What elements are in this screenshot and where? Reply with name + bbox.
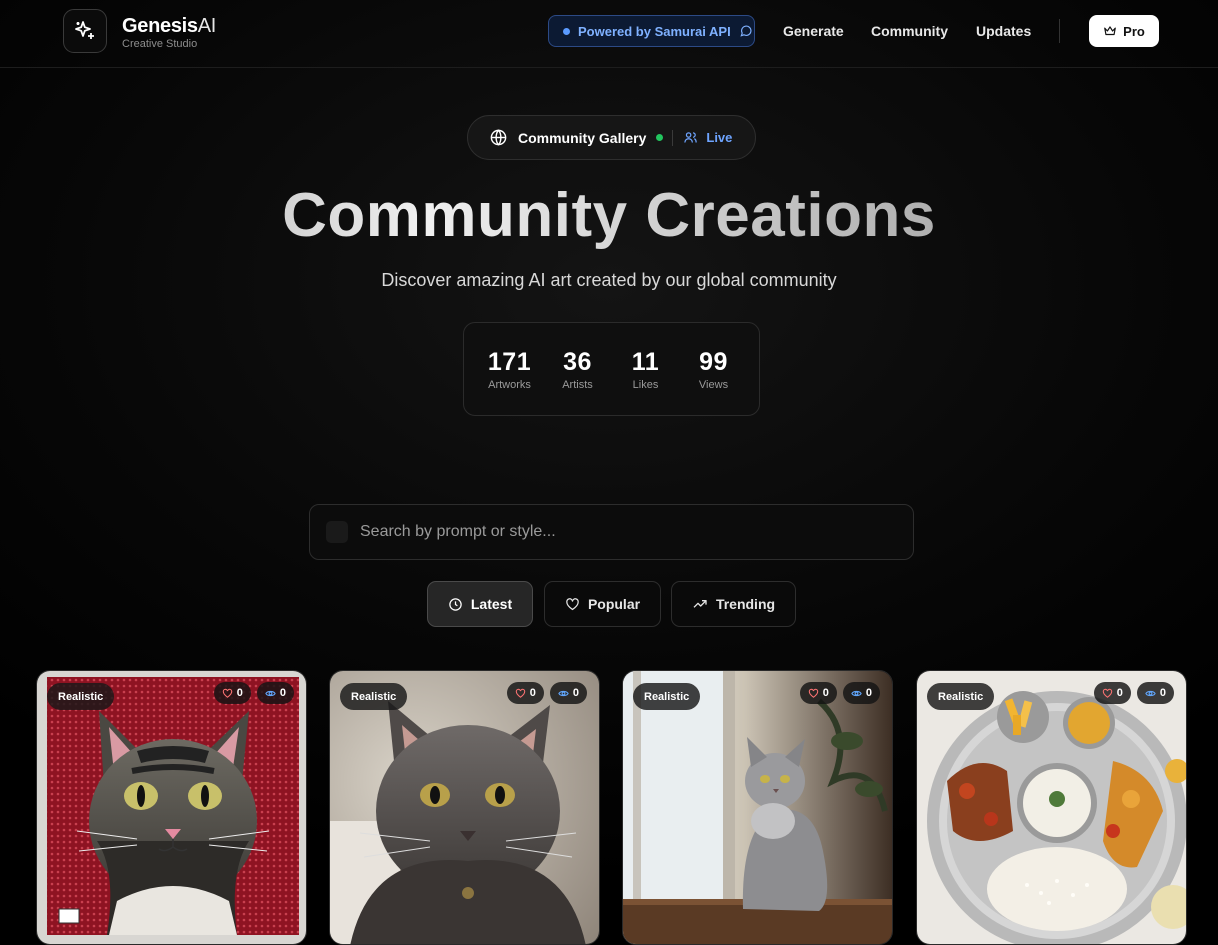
card-counts: 0 0	[799, 682, 880, 704]
style-badge: Realistic	[633, 683, 701, 710]
like-count[interactable]: 0	[1093, 682, 1131, 704]
artwork-card[interactable]: Realistic 0 0	[916, 670, 1187, 945]
eye-icon	[265, 690, 276, 696]
heart-icon	[1102, 688, 1112, 698]
search-icon	[326, 521, 348, 543]
like-value: 0	[236, 687, 243, 699]
stat-artists: 36 Artists	[544, 347, 612, 391]
like-value: 0	[529, 687, 536, 699]
style-badge: Realistic	[927, 683, 995, 710]
view-value: 0	[865, 687, 872, 699]
clock-icon	[449, 597, 462, 611]
filter-label: Trending	[715, 596, 776, 612]
nav-updates[interactable]: Updates	[976, 23, 1031, 39]
view-value: 0	[1159, 687, 1166, 699]
artwork-image	[37, 671, 306, 944]
search-box	[309, 504, 914, 560]
artwork-card[interactable]: Realistic 0 0	[329, 670, 600, 945]
globe-icon	[490, 129, 507, 146]
stat-value: 11	[631, 348, 660, 376]
powered-by-label: Powered by Samurai API	[578, 23, 731, 39]
artwork-image	[623, 671, 892, 944]
heart-icon	[808, 688, 818, 698]
search-input[interactable]	[360, 523, 880, 541]
eye-icon	[1145, 690, 1156, 696]
status-dot-icon	[563, 27, 570, 35]
crown-icon	[1104, 26, 1116, 36]
style-badge: Realistic	[47, 683, 115, 710]
view-count: 0	[842, 682, 880, 704]
users-icon	[683, 130, 698, 145]
filter-trending-button[interactable]: Trending	[671, 581, 796, 627]
pill-separator	[672, 129, 674, 146]
stat-label: Artists	[562, 379, 593, 391]
like-value: 0	[1116, 687, 1123, 699]
like-count[interactable]: 0	[213, 682, 251, 704]
filter-popular-button[interactable]: Popular	[544, 581, 661, 627]
pro-button[interactable]: Pro	[1089, 15, 1159, 47]
gallery-pill-label: Community Gallery	[518, 129, 647, 146]
eye-icon	[851, 690, 862, 696]
pro-label: Pro	[1123, 23, 1145, 39]
top-nav: GenesisAI Creative Studio Powered by Sam…	[0, 0, 1218, 68]
heart-icon	[222, 688, 232, 698]
filter-latest-button[interactable]: Latest	[427, 581, 533, 627]
nav-generate[interactable]: Generate	[783, 23, 844, 39]
page-title: Community Creations	[0, 180, 1218, 251]
view-count: 0	[1136, 682, 1174, 704]
stat-label: Artworks	[488, 379, 531, 391]
style-badge: Realistic	[340, 683, 408, 710]
stat-label: Likes	[632, 379, 659, 391]
stat-views: 99 Views	[680, 347, 748, 391]
card-counts: 0 0	[1093, 682, 1174, 704]
stat-value: 36	[563, 348, 592, 376]
view-count: 0	[256, 682, 294, 704]
like-count[interactable]: 0	[799, 682, 837, 704]
brand[interactable]: GenesisAI Creative Studio	[122, 14, 216, 50]
artwork-image	[330, 671, 599, 944]
heart-icon	[566, 597, 579, 610]
nav-community[interactable]: Community	[871, 23, 948, 39]
stat-label: Views	[698, 379, 729, 391]
view-value: 0	[572, 687, 579, 699]
trending-up-icon	[693, 600, 707, 608]
artwork-image	[917, 671, 1186, 944]
eye-icon	[558, 690, 569, 696]
artwork-card[interactable]: Realistic 0 0	[36, 670, 307, 945]
stat-value: 171	[487, 348, 532, 376]
artwork-card[interactable]: Realistic 0 0	[622, 670, 893, 945]
card-counts: 0 0	[213, 682, 294, 704]
logo-sparkles-icon[interactable]	[63, 9, 107, 53]
brand-name: GenesisAI	[122, 15, 217, 37]
like-value: 0	[822, 687, 829, 699]
community-gallery-pill: Community Gallery Live	[467, 115, 756, 160]
stat-likes: 11 Likes	[612, 347, 680, 391]
view-value: 0	[279, 687, 286, 699]
powered-by-badge[interactable]: Powered by Samurai API	[548, 15, 755, 47]
stat-artworks: 171 Artworks	[476, 347, 544, 391]
view-count: 0	[549, 682, 587, 704]
heart-icon	[515, 688, 525, 698]
brand-tagline: Creative Studio	[122, 38, 198, 50]
live-label: Live	[706, 130, 733, 145]
chat-bubble-icon	[740, 25, 752, 37]
like-count[interactable]: 0	[506, 682, 544, 704]
live-dot-icon	[656, 134, 664, 141]
stat-value: 99	[699, 348, 728, 376]
page-subtitle: Discover amazing AI art created by our g…	[381, 270, 837, 290]
stats-panel: 171 Artworks 36 Artists 11 Likes 99 View…	[463, 322, 760, 416]
nav-divider	[1059, 19, 1060, 43]
card-counts: 0 0	[506, 682, 587, 704]
filter-label: Popular	[587, 596, 641, 612]
filter-label: Latest	[470, 596, 513, 612]
